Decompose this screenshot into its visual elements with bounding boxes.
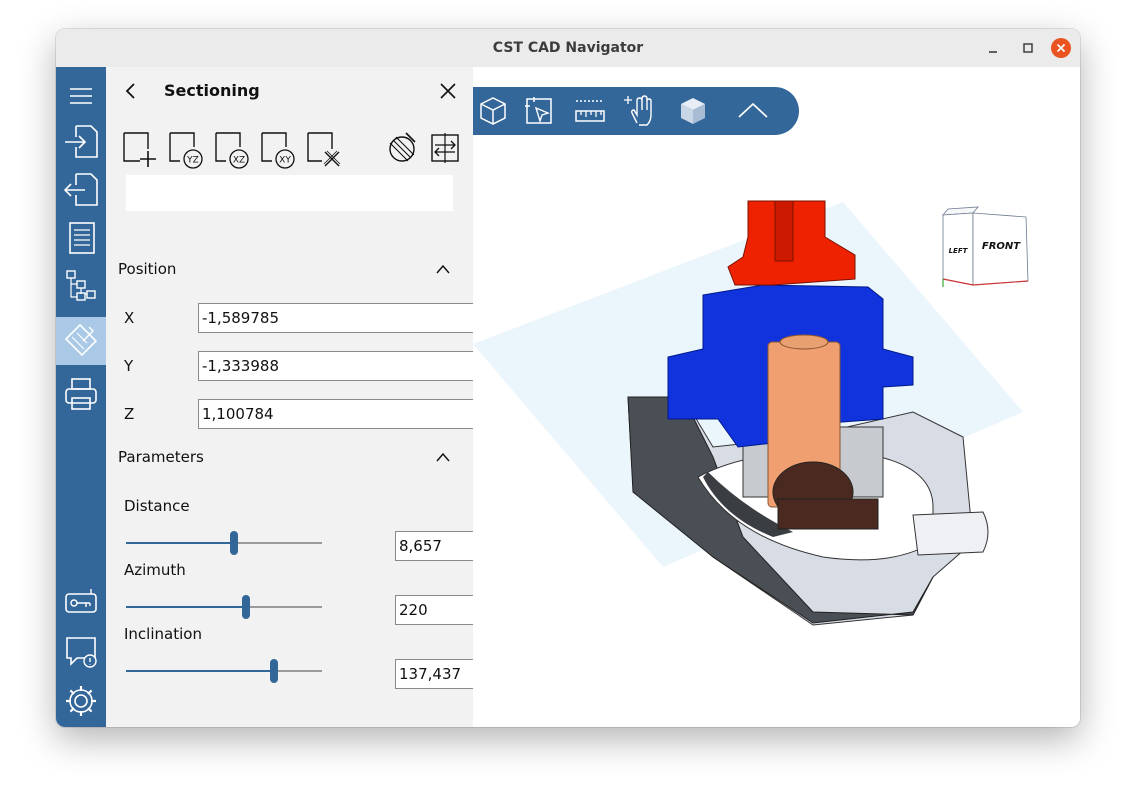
sectioning-panel: Sectioning YZ XZ XY Position X -1,589785…: [106, 67, 505, 727]
document-button[interactable]: [56, 213, 106, 261]
close-panel-icon[interactable]: [438, 81, 458, 101]
xy-plane-icon: XY: [261, 132, 295, 169]
feedback-button[interactable]: [56, 627, 106, 675]
license-button[interactable]: [56, 579, 106, 627]
minimize-button[interactable]: [984, 39, 1002, 57]
sectioning-button[interactable]: [56, 317, 106, 365]
flip-section-icon: [431, 133, 459, 163]
flip-section-button[interactable]: [426, 129, 466, 169]
navigation-rail: [56, 67, 106, 727]
slider-thumb[interactable]: [269, 659, 278, 683]
settings-icon: [66, 686, 96, 716]
svg-text:XY: XY: [279, 156, 291, 166]
slider-thumb[interactable]: [229, 531, 238, 555]
export-button[interactable]: [56, 165, 106, 213]
menu-icon: [70, 88, 92, 104]
maximize-button[interactable]: [1019, 39, 1037, 57]
azimuth-slider[interactable]: [126, 595, 322, 619]
slider-fill: [126, 542, 234, 544]
distance-slider[interactable]: [126, 531, 322, 555]
position-header: Position: [118, 260, 177, 278]
xy-plane-button[interactable]: XY: [258, 129, 298, 169]
add-section-icon: [123, 132, 156, 167]
clip-toggle-button[interactable]: [382, 129, 422, 169]
view-cube-button[interactable]: [475, 93, 511, 129]
tree-icon: [66, 270, 96, 301]
sectioning-icon: [64, 323, 98, 357]
delete-section-icon: [307, 132, 341, 167]
xz-plane-icon: XZ: [215, 132, 249, 169]
x-position-field[interactable]: -1,589785: [198, 303, 505, 333]
measure-icon: [575, 100, 605, 122]
z-label: Z: [124, 405, 135, 423]
outlet-pipe: [912, 511, 989, 556]
view-cube-icon: [480, 97, 506, 125]
settings-button[interactable]: [56, 677, 106, 725]
collapse-toolbar-icon: [738, 102, 768, 118]
yz-plane-icon: YZ: [169, 132, 203, 169]
cap-stem: [774, 200, 794, 262]
piston-top: [779, 334, 829, 350]
view-toolbar: [473, 87, 799, 135]
3d-viewport[interactable]: LEFT FRONT: [473, 67, 1080, 727]
export-icon: [63, 173, 98, 206]
license-icon: [65, 589, 97, 613]
delete-section-button[interactable]: [304, 129, 344, 169]
back-arrow-icon[interactable]: [122, 81, 140, 101]
collapse-toolbar-button[interactable]: [735, 93, 771, 129]
xz-plane-button[interactable]: XZ: [212, 129, 252, 169]
import-button[interactable]: [56, 117, 106, 165]
slider-fill: [126, 670, 274, 672]
model-tree-button[interactable]: [56, 261, 106, 309]
parameters-header: Parameters: [118, 448, 204, 466]
feedback-icon: [66, 637, 97, 668]
print-button[interactable]: [56, 370, 106, 418]
import-icon: [65, 125, 98, 158]
inclination-slider[interactable]: [126, 659, 322, 683]
close-window-button[interactable]: [1051, 38, 1071, 58]
clip-toggle-icon: [389, 132, 416, 162]
measure-button[interactable]: [572, 93, 608, 129]
document-icon: [69, 222, 95, 254]
svg-text:YZ: YZ: [186, 156, 199, 166]
app-window: CST CAD Navigator Sectioning YZ XZ XY Po…: [56, 29, 1080, 727]
slider-thumb[interactable]: [241, 595, 250, 619]
disk-base: [777, 498, 879, 530]
print-icon: [65, 378, 97, 410]
parameters-collapse-icon[interactable]: [435, 451, 451, 463]
add-section-button[interactable]: [120, 129, 160, 169]
pan-button[interactable]: [623, 93, 659, 129]
model-render: [473, 200, 1023, 626]
slider-fill: [126, 606, 246, 608]
distance-label: Distance: [124, 497, 190, 515]
y-position-field[interactable]: -1,333988: [198, 351, 505, 381]
svg-text:XZ: XZ: [233, 156, 245, 166]
shaded-view-icon: [681, 98, 705, 124]
view-cube[interactable]: LEFT FRONT: [938, 205, 1034, 301]
shaded-view-button[interactable]: [675, 93, 711, 129]
panel-title: Sectioning: [164, 81, 260, 100]
view-cube-front-label: FRONT: [982, 241, 1021, 252]
azimuth-label: Azimuth: [124, 561, 186, 579]
view-cube-left-label: LEFT: [949, 247, 969, 255]
title-bar: CST CAD Navigator: [56, 29, 1080, 68]
x-label: X: [124, 309, 135, 327]
select-icon: [525, 97, 552, 124]
yz-plane-button[interactable]: YZ: [166, 129, 206, 169]
section-name-field[interactable]: [126, 175, 453, 211]
pan-icon: [624, 95, 652, 126]
position-collapse-icon[interactable]: [435, 263, 451, 275]
y-label: Y: [124, 357, 134, 375]
select-button[interactable]: [521, 93, 557, 129]
window-title: CST CAD Navigator: [492, 40, 644, 56]
inclination-label: Inclination: [124, 625, 202, 643]
menu-button[interactable]: [56, 72, 106, 120]
z-position-field[interactable]: 1,100784: [198, 399, 505, 429]
